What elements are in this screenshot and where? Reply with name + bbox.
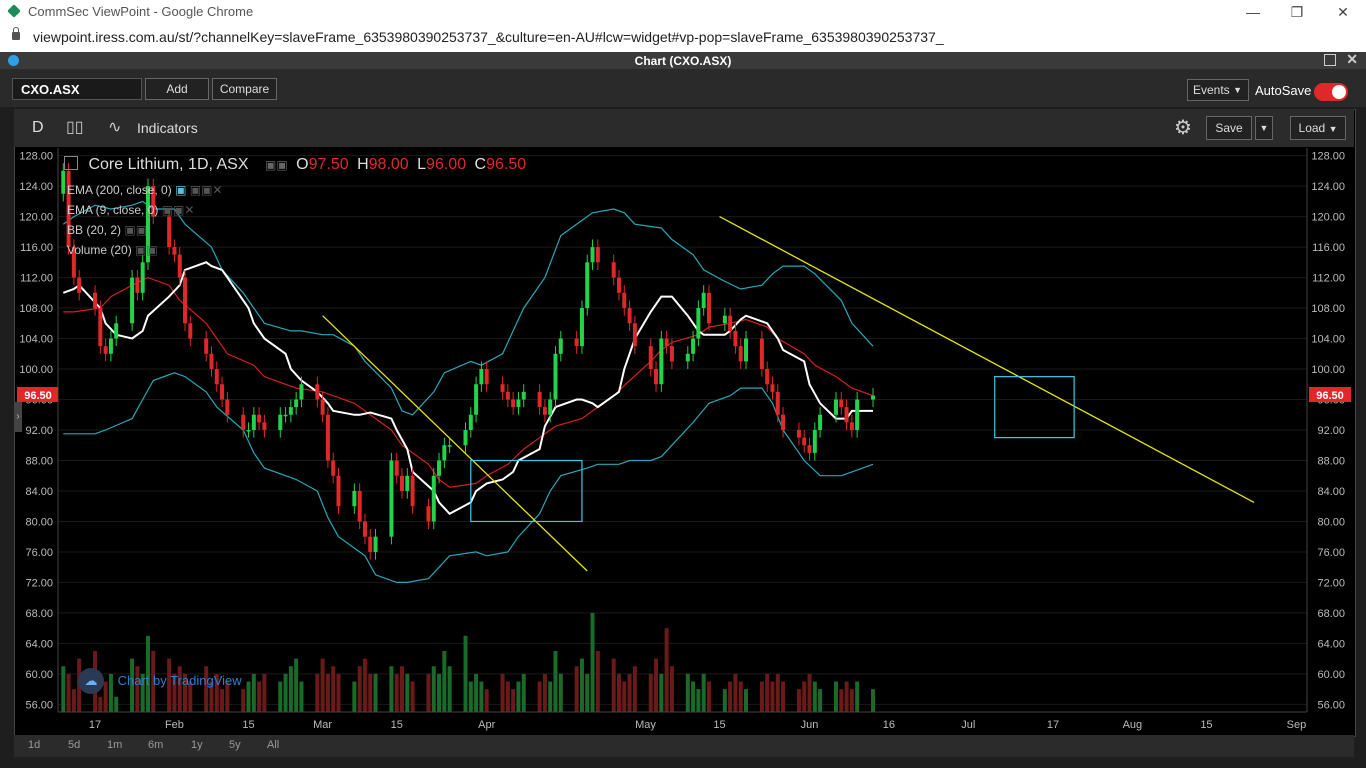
range-bar: 1d 5d 1m 6m 1y 5y All [14,735,1354,757]
panel-title: Chart (CXO.ASX) [634,54,732,68]
symbol-input[interactable]: CXO.ASX [12,78,142,100]
range-1m[interactable]: 1m [107,739,122,751]
study-settings-icon[interactable]: ▣ [175,183,186,197]
save-button[interactable]: Save [1206,116,1252,140]
legend-low-label: L [417,156,427,173]
legend-low-value: 96.00 [426,156,467,173]
add-button[interactable]: Add [145,78,209,100]
chart-toolbar: D ▯▯ ∿ Indicators ⚙ Save ▼ Load ▼ [14,109,1354,147]
study-eye-icon[interactable]: ▣▣✕ [190,183,223,197]
study-eye-icon[interactable]: ▣▣✕ [162,203,195,217]
events-label: Events [1193,83,1230,97]
indicators-icon[interactable]: ∿ [108,117,121,137]
browser-titlebar: CommSec ViewPoint - Google Chrome — ❐ ✕ [0,0,1366,24]
chart-legend: Core Lithium, 1D, ASX ▣▣ O97.50 H98.00 L… [64,156,526,174]
watermark-label: Chart by TradingView [117,673,242,688]
minimize-icon[interactable]: — [1240,2,1266,22]
range-5y[interactable]: 5y [229,739,241,751]
study-label: EMA (9, close, 0) [67,203,159,217]
window-title: CommSec ViewPoint - Google Chrome [28,4,254,19]
autosave-toggle[interactable] [1314,83,1348,101]
legend-close-value: 96.50 [486,156,527,173]
legend-high-label: H [357,156,369,173]
study-eye-icon[interactable]: ▣▣ [124,223,147,237]
compare-button[interactable]: Compare [212,78,277,100]
study-legend: EMA (200, close, 0) ▣ ▣▣✕ EMA (9, close,… [67,180,222,260]
legend-eye-icon[interactable]: ▣▣ [265,158,288,172]
address-bar[interactable]: viewpoint.iress.com.au/st/?channelKey=sl… [0,24,1366,53]
range-all[interactable]: All [267,739,279,751]
side-panel-handle[interactable]: › [14,402,22,432]
study-volume[interactable]: Volume (20) ▣▣ [67,240,222,260]
study-ema200[interactable]: EMA (200, close, 0) ▣ ▣▣✕ [67,180,222,200]
interval-button[interactable]: D [32,119,44,137]
range-6m[interactable]: 6m [148,739,163,751]
range-5d[interactable]: 5d [68,739,80,751]
chevron-down-icon: ▼ [1233,85,1242,95]
range-1y[interactable]: 1y [191,739,203,751]
study-bb[interactable]: BB (20, 2) ▣▣ [67,220,222,240]
legend-open-label: O [296,156,309,173]
study-label: BB (20, 2) [67,223,122,237]
load-label: Load [1298,121,1326,135]
cloud-icon: ☁ [78,668,104,694]
legend-high-value: 98.00 [368,156,409,173]
range-1d[interactable]: 1d [28,739,40,751]
url-text[interactable]: viewpoint.iress.com.au/st/?channelKey=sl… [33,29,944,45]
study-ema9[interactable]: EMA (9, close, 0) ▣▣✕ [67,200,222,220]
events-dropdown[interactable]: Events ▼ [1187,79,1249,101]
study-label: Volume (20) [67,243,132,257]
app-icon [7,4,21,18]
autosave-label: AutoSave [1255,83,1312,98]
tradingview-watermark[interactable]: ☁ Chart by TradingView [78,668,242,694]
legend-close-label: C [474,156,487,173]
lock-icon [12,27,20,40]
load-dropdown[interactable]: Load ▼ [1290,116,1346,140]
widget-toolbar: CXO.ASX Add Compare Events ▼ AutoSave [0,69,1366,107]
study-label: EMA (200, close, 0) [67,183,172,197]
restore-icon[interactable]: ❐ [1284,2,1310,22]
legend-open-value: 97.50 [308,156,349,173]
collapse-icon[interactable] [64,156,78,170]
chevron-down-icon: ▼ [1328,124,1338,134]
panel-close-icon[interactable]: ✕ [1346,51,1358,68]
candles-icon[interactable]: ▯▯ [66,117,84,137]
maximize-icon[interactable] [1324,54,1336,66]
legend-title: Core Lithium, 1D, ASX [88,156,249,173]
study-eye-icon[interactable]: ▣▣ [135,243,158,257]
save-options-chevron-icon[interactable]: ▼ [1255,116,1273,140]
panel-header: Chart (CXO.ASX) ✕ [0,51,1366,69]
close-icon[interactable]: ✕ [1330,2,1356,22]
settings-icon[interactable]: ⚙ [1174,115,1192,140]
indicators-button[interactable]: Indicators [137,120,198,136]
